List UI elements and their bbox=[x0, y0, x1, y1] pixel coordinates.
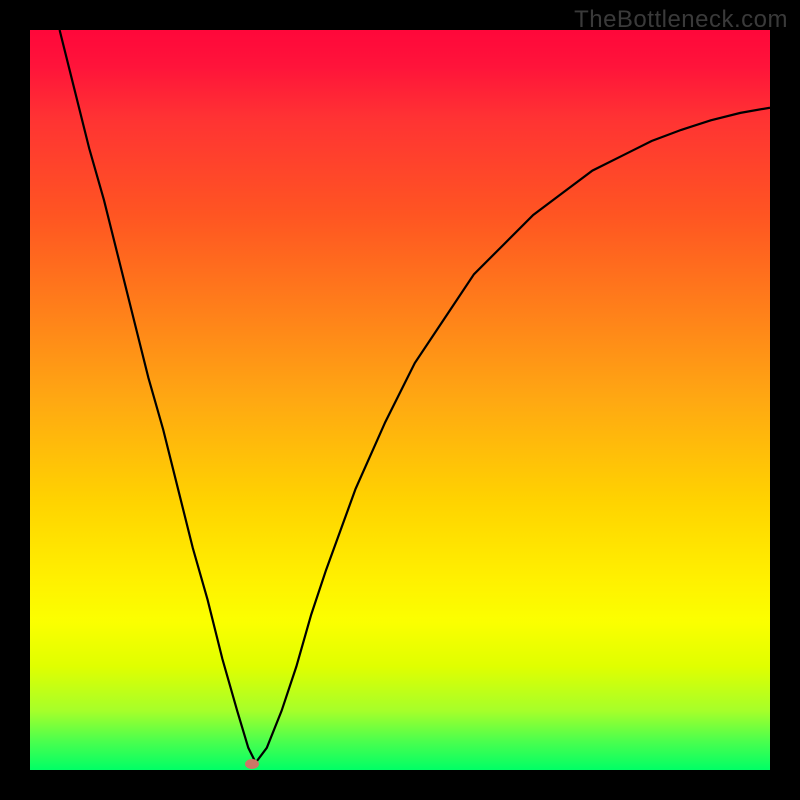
chart-minimum-marker bbox=[245, 759, 259, 769]
chart-plot-area bbox=[30, 30, 770, 770]
chart-curve-svg bbox=[30, 30, 770, 770]
watermark-text: TheBottleneck.com bbox=[574, 6, 788, 34]
chart-curve-line bbox=[60, 30, 770, 763]
